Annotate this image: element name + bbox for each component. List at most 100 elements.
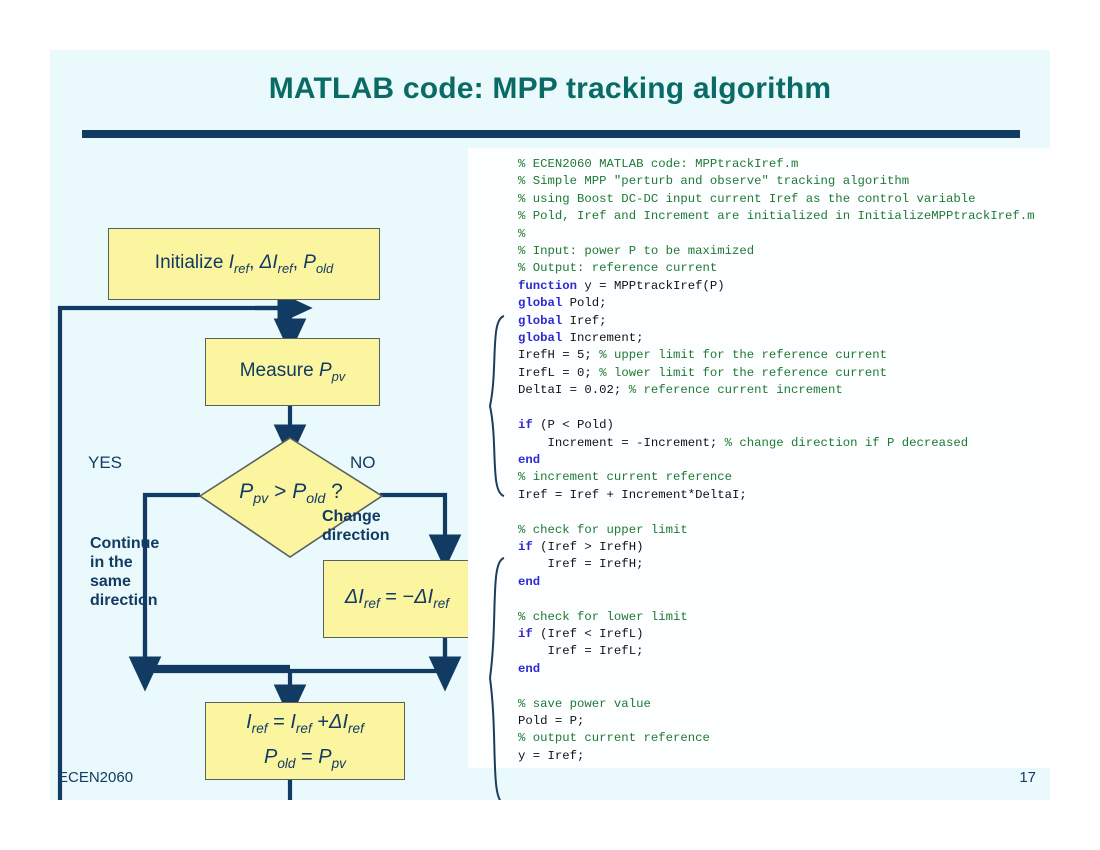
brace-upper [488, 315, 505, 497]
code-token: global [518, 331, 563, 346]
node-decision-label: Ppv > Pold ? [239, 480, 343, 508]
node-negate: ΔIref = −ΔIref [323, 560, 471, 638]
label-continue: Continue in the same direction [90, 535, 195, 611]
node-update: Iref = Iref +ΔIref Pold = Ppv [205, 702, 405, 780]
code-token: % lower limit for the reference current [599, 365, 887, 380]
code-line: % check for lower limit [518, 609, 1035, 626]
slide: MATLAB code: MPP tracking algorithm Init… [50, 50, 1050, 800]
code-token: if [518, 539, 533, 554]
code-token: (Iref < IrefL) [532, 626, 644, 641]
code-token: % Pold, Iref and Increment are initializ… [518, 209, 1035, 224]
code-token: end [518, 452, 541, 467]
code-line: Pold = P; [518, 713, 1035, 730]
code-line: global Iref; [518, 313, 1035, 330]
footer-course: ECEN2060 [58, 769, 134, 786]
code-line: global Pold; [518, 295, 1035, 312]
code-token: Iref = IrefH; [518, 557, 644, 572]
code-line: IrefL = 0; % lower limit for the referen… [518, 365, 1035, 382]
code-line: % using Boost DC-DC input current Iref a… [518, 191, 1035, 208]
code-line: % check for upper limit [518, 522, 1035, 539]
node-update-line-1: Iref = Iref +ΔIref [246, 710, 364, 736]
code-token: global [518, 296, 563, 311]
label-yes: YES [88, 453, 123, 472]
label-continue-line-4: direction [90, 591, 158, 609]
label-change-line-2: direction [322, 526, 390, 544]
code-line: % [518, 226, 1035, 243]
code-token: (Iref > IrefH) [532, 539, 644, 554]
label-continue-line-3: same [90, 572, 131, 590]
code-token: % check for lower limit [518, 609, 688, 624]
code-token: % change direction if P decreased [724, 435, 969, 450]
code-token: % reference current increment [628, 383, 843, 398]
brace-lower [488, 557, 505, 800]
label-continue-line-1: Continue [90, 535, 160, 552]
code-token: if [518, 418, 533, 433]
node-update-line-2: Pold = Ppv [264, 746, 346, 771]
code-token: if [518, 626, 533, 641]
code-line: Iref = Iref + Increment*DeltaI; [518, 487, 1035, 504]
code-line: if (P < Pold) [518, 417, 1035, 434]
code-line: DeltaI = 0.02; % reference current incre… [518, 382, 1035, 399]
code-token: % Input: power P to be maximized [518, 244, 755, 259]
code-token: Iref; [562, 313, 607, 328]
code-token: Iref = Iref + Increment*DeltaI; [518, 487, 747, 502]
code-token: % check for upper limit [518, 522, 688, 537]
code-token: IrefL = 0; [518, 365, 600, 380]
code-line: end [518, 452, 1035, 469]
code-token: % Output: reference current [518, 261, 718, 276]
node-negate-label: ΔIref = −ΔIref [344, 586, 450, 612]
code-token: end [518, 661, 541, 676]
code-line: % Input: power P to be maximized [518, 243, 1035, 260]
code-token: y = MPPtrackIref(P) [577, 278, 725, 293]
page-title: MATLAB code: MPP tracking algorithm [268, 72, 832, 105]
code-token: y = Iref; [518, 748, 585, 763]
code-token: % output current reference [518, 731, 710, 746]
label-change-direction: Change direction [322, 508, 417, 546]
code-token: % Simple MPP "perturb and observe" track… [518, 174, 910, 189]
label-no: NO [350, 453, 376, 472]
code-panel: % ECEN2060 MATLAB code: MPPtrackIref.m % … [468, 148, 1050, 800]
code-token: Increment; [562, 331, 644, 346]
code-line: % Pold, Iref and Increment are initializ… [518, 208, 1035, 225]
code-token: end [518, 574, 541, 589]
code-line: % Simple MPP "perturb and observe" track… [518, 173, 1035, 190]
code-line: % ECEN2060 MATLAB code: MPPtrackIref.m [518, 156, 1035, 173]
footer-page-number: 17 [1019, 769, 1036, 786]
code-line: Iref = IrefL; [518, 643, 1035, 660]
matlab-code: % ECEN2060 MATLAB code: MPPtrackIref.m % … [518, 156, 1035, 765]
label-continue-line-2: in the [90, 553, 133, 571]
code-line: Increment = -Increment; % change directi… [518, 435, 1035, 452]
code-line: % increment current reference [518, 469, 1035, 486]
code-token: DeltaI = 0.02; [518, 383, 629, 398]
code-line: IrefH = 5; % upper limit for the referen… [518, 347, 1035, 364]
label-change-line-1: Change [322, 508, 381, 525]
code-line: end [518, 661, 1035, 678]
code-token: % ECEN2060 MATLAB code: MPPtrackIref.m [518, 157, 799, 171]
code-token: Increment = -Increment; [518, 435, 725, 450]
code-token: global [518, 313, 563, 328]
code-token: % [518, 226, 526, 241]
code-line: y = Iref; [518, 748, 1035, 765]
code-line: global Increment; [518, 330, 1035, 347]
code-line: if (Iref > IrefH) [518, 539, 1035, 556]
title-divider [82, 130, 1020, 138]
code-token: IrefH = 5; [518, 348, 600, 363]
code-token: Pold = P; [518, 714, 585, 728]
code-line: Iref = IrefH; [518, 556, 1035, 573]
code-line: function y = MPPtrackIref(P) [518, 278, 1035, 295]
code-token: % upper limit for the reference current [599, 348, 887, 363]
code-token: % using Boost DC-DC input current Iref a… [518, 191, 976, 206]
code-token: % save power value [518, 696, 651, 711]
code-token: (P < Pold) [532, 418, 614, 433]
code-line: % Output: reference current [518, 260, 1035, 277]
code-token: function [518, 278, 578, 293]
code-token: % increment current reference [518, 470, 733, 485]
code-token: Pold; [562, 296, 607, 311]
code-token: Iref = IrefL; [518, 644, 644, 659]
code-line: end [518, 574, 1035, 591]
code-line: % save power value [518, 696, 1035, 713]
